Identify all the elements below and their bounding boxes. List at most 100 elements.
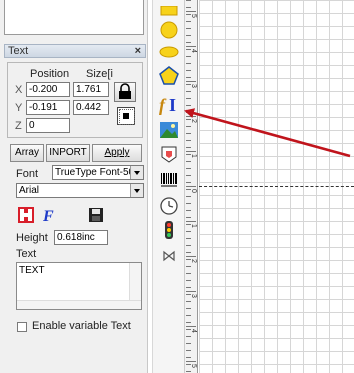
font-name-value: Arial	[19, 185, 40, 196]
barcode-tool[interactable]	[156, 168, 182, 192]
vertical-scrollbar[interactable]	[129, 263, 141, 301]
ruler-minor-tick	[186, 322, 191, 323]
shape-edit-icon	[161, 146, 177, 163]
close-icon[interactable]: ×	[135, 45, 141, 57]
ruler-minor-tick	[186, 301, 191, 302]
inport-button[interactable]: INPORT	[46, 144, 90, 162]
variable-text-label: Enable variable Text	[32, 320, 131, 332]
ruler-minor-tick	[186, 252, 191, 253]
z-position-field[interactable]: 0	[26, 118, 70, 133]
width-field[interactable]: 1.761	[73, 82, 109, 97]
ruler-minor-tick	[186, 154, 191, 155]
ruler-label: 5	[190, 14, 197, 18]
center-guide-line	[199, 186, 354, 187]
x-label: X	[15, 84, 23, 96]
ruler-minor-tick	[186, 0, 191, 1]
x-position-field[interactable]: -0.200	[26, 82, 70, 97]
ruler-label: 2	[190, 259, 197, 263]
ruler-minor-tick	[186, 308, 191, 309]
ruler-minor-tick	[186, 98, 191, 99]
ruler-label: 3	[190, 84, 197, 88]
y-position-field[interactable]: -0.191	[26, 100, 70, 115]
ruler-minor-tick	[186, 350, 191, 351]
ruler-major-tick	[186, 116, 196, 117]
text-content-area[interactable]: TEXT	[16, 262, 142, 310]
ruler-minor-tick	[186, 259, 191, 260]
ruler-minor-tick	[186, 182, 191, 183]
height-label: Height	[16, 232, 48, 244]
chevron-down-icon	[130, 184, 143, 197]
ruler-minor-tick	[186, 217, 191, 218]
svg-text:f: f	[159, 95, 167, 115]
ruler-minor-tick	[186, 343, 191, 344]
font-settings-icon[interactable]	[17, 206, 35, 224]
ruler-label: 0	[190, 189, 197, 193]
panel-title: Text	[8, 45, 29, 57]
ruler-minor-tick	[186, 175, 191, 176]
ruler-label: 4	[190, 329, 197, 333]
svg-text:F: F	[42, 208, 54, 224]
ruler-minor-tick	[186, 266, 191, 267]
font-name-select[interactable]: Arial	[16, 183, 144, 198]
ruler-label: 3	[190, 294, 197, 298]
text-label: Text	[16, 248, 37, 260]
array-button[interactable]: Array	[10, 144, 44, 162]
horizontal-scrollbar[interactable]	[17, 300, 141, 309]
ruler-minor-tick	[186, 224, 191, 225]
polygon-tool[interactable]	[156, 64, 182, 88]
lock-aspect-button[interactable]	[114, 82, 136, 102]
chevron-down-icon	[130, 166, 143, 179]
ruler-minor-tick	[186, 63, 191, 64]
image-tool[interactable]	[156, 118, 182, 142]
ruler-minor-tick	[186, 189, 191, 190]
ruler-major-tick	[186, 361, 196, 362]
anchor-point-icon[interactable]	[117, 107, 135, 125]
traffic-light-tool[interactable]	[156, 218, 182, 242]
image-icon	[160, 122, 178, 138]
ruler-minor-tick	[186, 35, 191, 36]
vertical-ruler: 5 4 3 2 1 0 1 2 3 4 5	[184, 0, 198, 373]
ellipse-icon	[159, 46, 179, 58]
font-style-icon[interactable]: F	[39, 206, 57, 224]
shape-toolbar: f I	[152, 0, 184, 373]
font-type-select[interactable]: TrueType Font-502	[52, 165, 144, 180]
ruler-label: 1	[190, 154, 197, 158]
ruler-minor-tick	[186, 203, 191, 204]
clock-tool[interactable]	[156, 194, 182, 218]
bow-tie-tool[interactable]	[156, 244, 182, 268]
ruler-major-tick	[186, 81, 196, 82]
save-icon[interactable]	[87, 206, 105, 224]
ruler-major-tick	[186, 326, 196, 327]
ruler-minor-tick	[186, 42, 191, 43]
ruler-minor-tick	[186, 140, 191, 141]
ruler-minor-tick	[186, 231, 191, 232]
shape-edit-tool[interactable]	[156, 142, 182, 166]
y-label: Y	[15, 102, 23, 114]
ruler-major-tick	[186, 186, 196, 187]
ruler-minor-tick	[186, 77, 191, 78]
ruler-minor-tick	[186, 238, 191, 239]
ruler-minor-tick	[186, 56, 191, 57]
ellipse-tool[interactable]	[156, 40, 182, 64]
variable-text-checkbox[interactable]	[17, 322, 27, 332]
ruler-minor-tick	[186, 168, 191, 169]
ruler-minor-tick	[186, 14, 191, 15]
ruler-minor-tick	[186, 210, 191, 211]
text-tool[interactable]: f I	[156, 92, 182, 116]
ruler-major-tick	[186, 256, 196, 257]
ruler-minor-tick	[186, 315, 191, 316]
ruler-minor-tick	[186, 70, 191, 71]
ruler-major-tick	[186, 291, 196, 292]
text-panel-header: Text ×	[4, 44, 146, 58]
traffic-light-icon	[165, 221, 173, 239]
font-height-field[interactable]: 0.618inc	[54, 230, 108, 245]
circle-tool[interactable]	[156, 18, 182, 42]
object-list[interactable]	[4, 0, 144, 35]
ruler-minor-tick	[186, 371, 191, 372]
apply-button[interactable]: Apply	[92, 144, 142, 162]
ruler-minor-tick	[186, 364, 191, 365]
height-field[interactable]: 0.442	[73, 100, 109, 115]
ruler-minor-tick	[186, 7, 191, 8]
ruler-minor-tick	[186, 336, 191, 337]
ruler-label: 4	[190, 49, 197, 53]
